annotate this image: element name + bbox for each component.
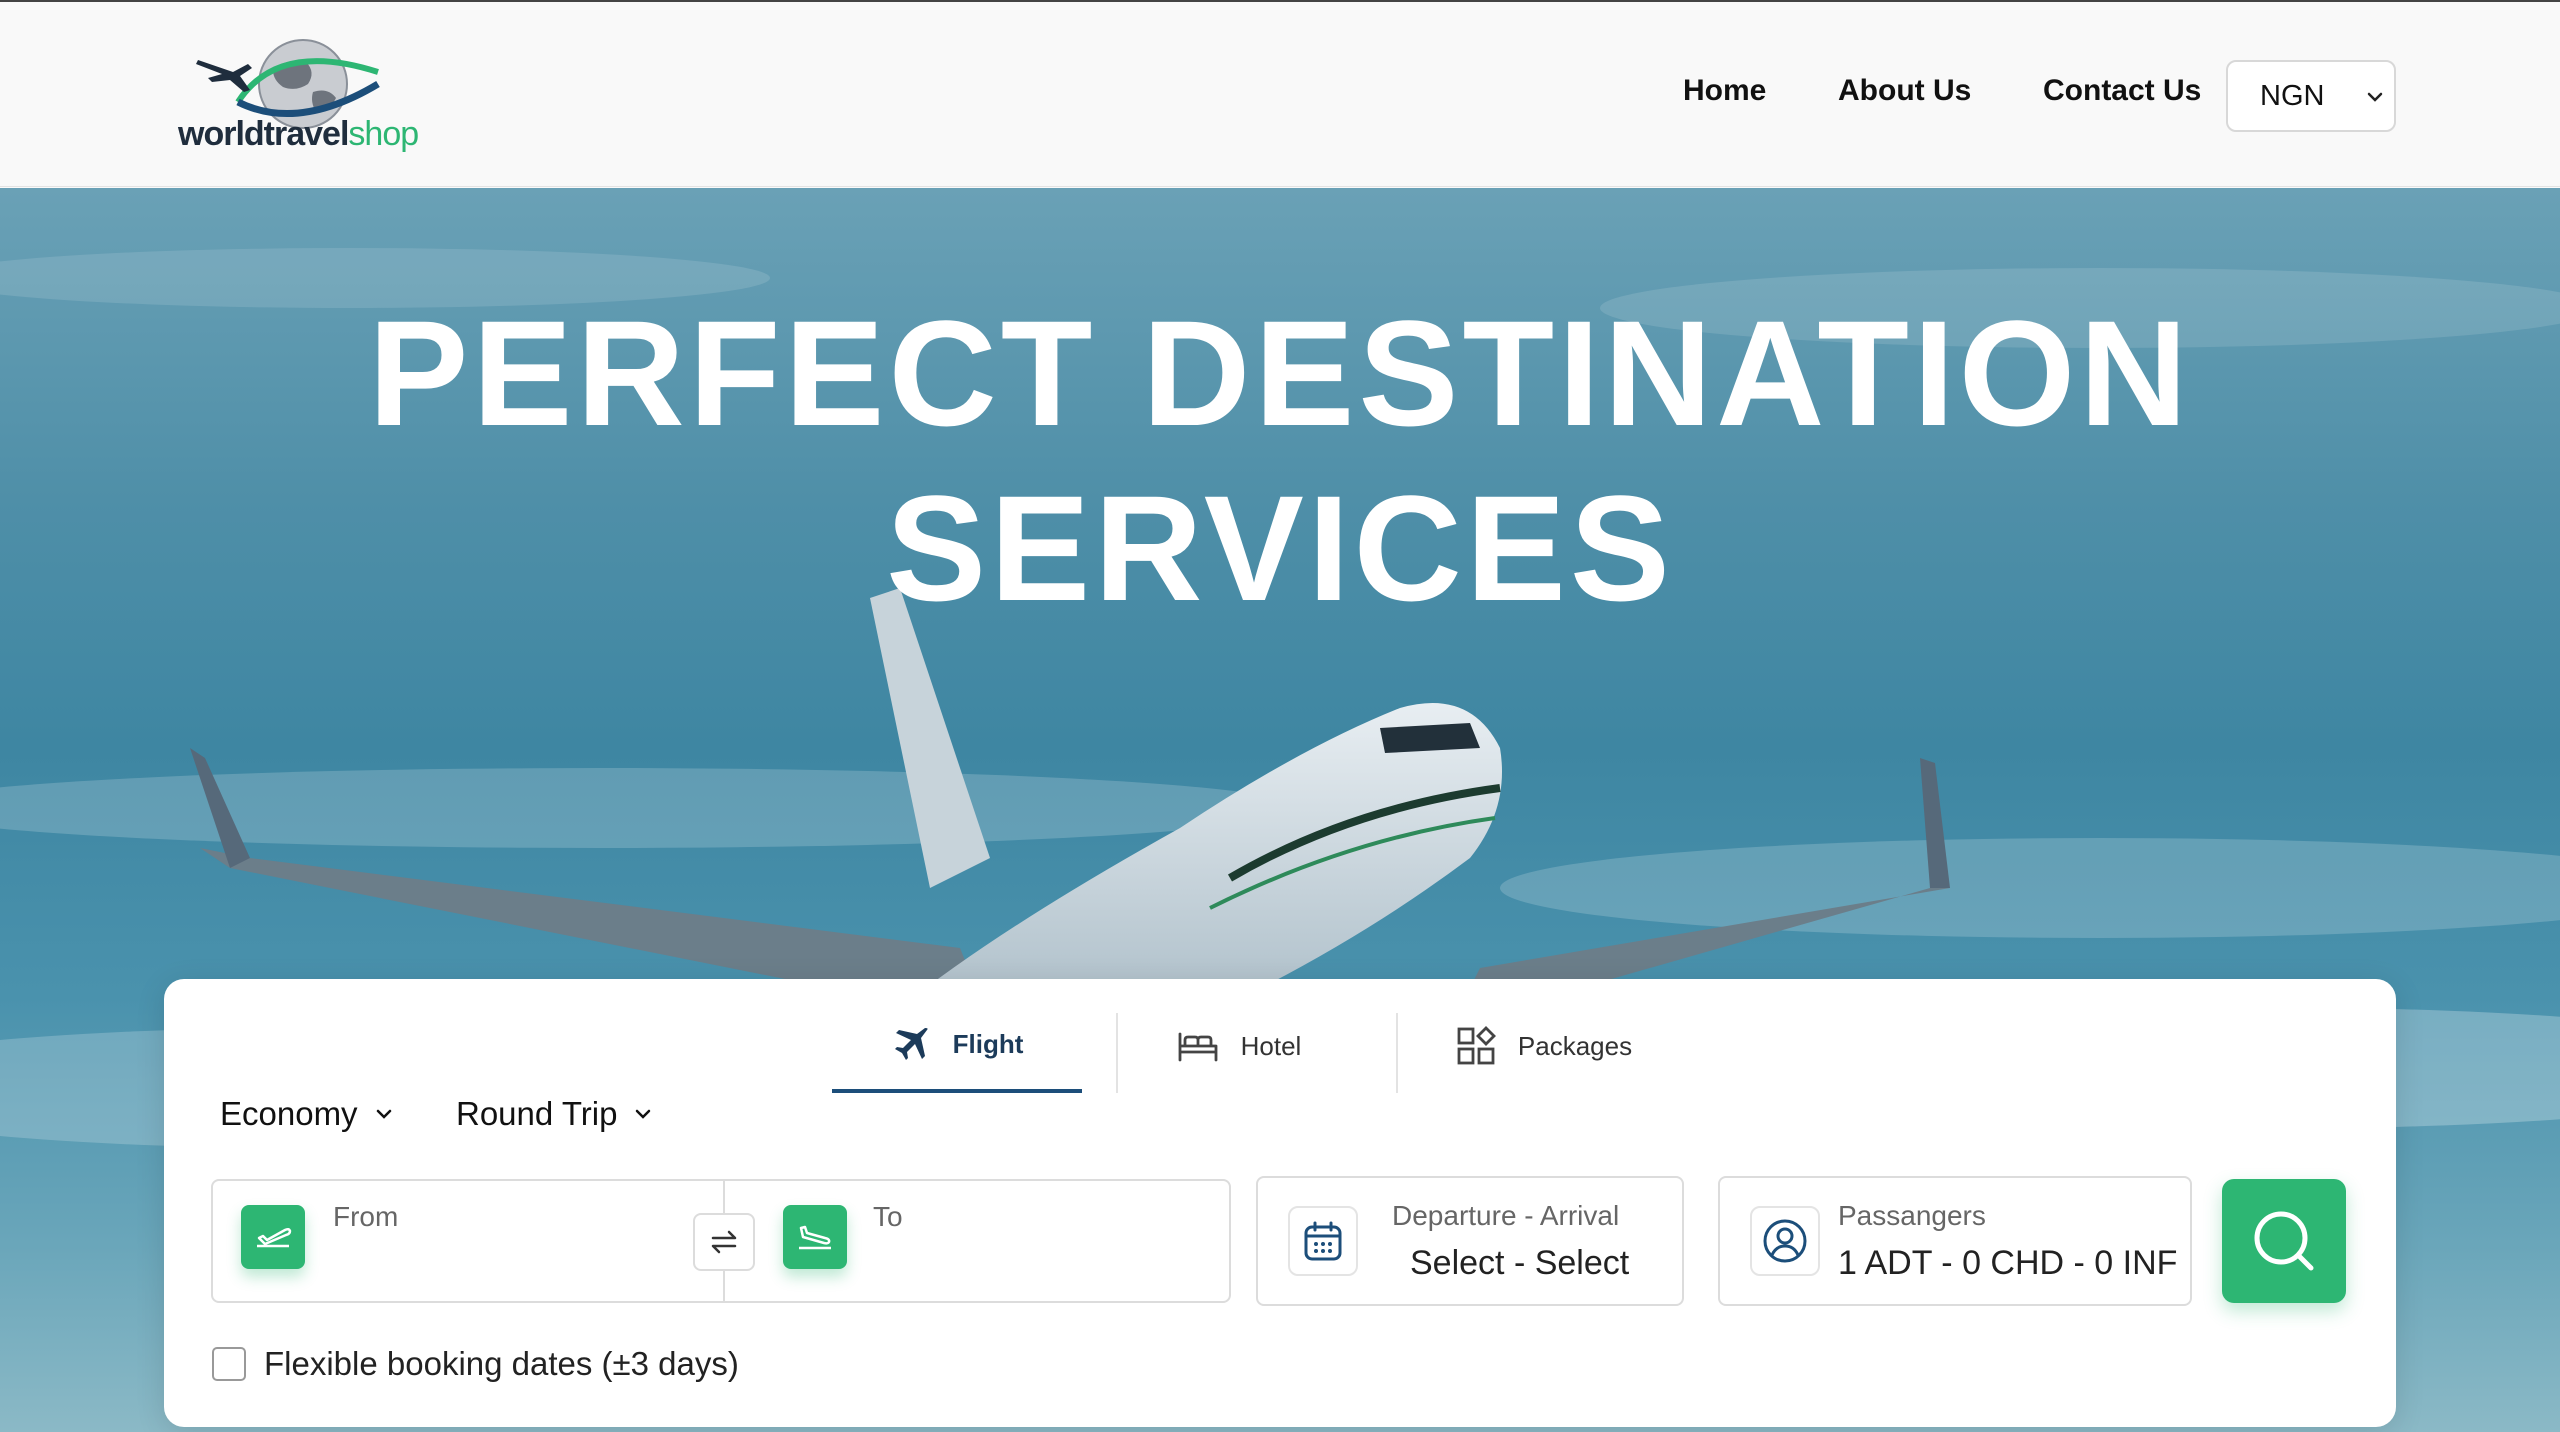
flexible-dates-checkbox[interactable] xyxy=(212,1347,246,1381)
user-icon xyxy=(1763,1219,1807,1263)
trip-type-value: Round Trip xyxy=(456,1095,618,1132)
tab-hotel-label: Hotel xyxy=(1240,1030,1302,1061)
to-input[interactable]: To xyxy=(873,1201,903,1233)
tab-flight[interactable]: Flight xyxy=(832,999,1082,1093)
currency-value: NGN xyxy=(2260,80,2325,112)
site-header: worldtravelshop Home About Us Contact Us… xyxy=(0,2,2560,187)
swap-arrows-icon xyxy=(711,1230,737,1254)
cabin-class-value: Economy xyxy=(220,1095,358,1132)
dates-field[interactable]: Departure - Arrival Select - Select xyxy=(1256,1176,1684,1306)
calendar-icon-badge xyxy=(1288,1206,1358,1276)
from-icon-badge xyxy=(241,1205,305,1269)
from-input[interactable]: From xyxy=(333,1201,398,1233)
takeoff-icon xyxy=(257,1227,292,1248)
grid-icon xyxy=(1457,1026,1496,1065)
search-card: Flight Hotel Packages Economy Round Trip xyxy=(164,979,2396,1427)
trip-type-dropdown[interactable]: Round Trip xyxy=(456,1095,653,1133)
nav-about-us[interactable]: About Us xyxy=(1838,74,1971,108)
landing-icon xyxy=(799,1225,831,1250)
tab-packages[interactable]: Packages xyxy=(1394,999,1694,1093)
swap-button[interactable] xyxy=(693,1213,755,1271)
flexible-dates-label[interactable]: Flexible booking dates (±3 days) xyxy=(264,1345,739,1383)
airplane-icon xyxy=(894,1028,928,1060)
route-field: From To xyxy=(211,1179,1231,1303)
user-icon-badge xyxy=(1750,1206,1820,1276)
dates-value: Select - Select xyxy=(1410,1244,1630,1282)
search-icon xyxy=(2254,1211,2314,1271)
nav-contact-us[interactable]: Contact Us xyxy=(2043,74,2201,108)
chevron-down-icon xyxy=(376,1109,391,1119)
calendar-icon xyxy=(1304,1221,1342,1261)
flexible-dates-option: Flexible booking dates (±3 days) xyxy=(212,1345,739,1383)
bed-icon xyxy=(1178,1032,1218,1062)
world-travel-shop-logo[interactable]: worldtravelshop xyxy=(178,32,458,162)
tab-flight-label: Flight xyxy=(952,1028,1024,1059)
dates-label: Departure - Arrival xyxy=(1392,1200,1620,1231)
logo-text: worldtravelshop xyxy=(178,115,419,153)
tab-hotel[interactable]: Hotel xyxy=(1114,999,1364,1093)
hero-title-line2: SERVICES xyxy=(886,464,1674,632)
to-icon-badge xyxy=(783,1205,847,1269)
hero-title-line1: PERFECT DESTINATION xyxy=(368,289,2192,457)
currency-select[interactable]: NGN xyxy=(2226,60,2396,132)
chevron-down-icon xyxy=(636,1109,651,1119)
passengers-value: 1 ADT - 0 CHD - 0 INF xyxy=(1838,1244,2178,1282)
chevron-down-icon xyxy=(2367,92,2383,102)
passengers-field[interactable]: Passangers 1 ADT - 0 CHD - 0 INF xyxy=(1718,1176,2192,1306)
tab-packages-label: Packages xyxy=(1517,1030,1633,1061)
nav-home[interactable]: Home xyxy=(1683,74,1766,108)
search-button[interactable] xyxy=(2222,1179,2346,1303)
cabin-class-dropdown[interactable]: Economy xyxy=(220,1095,394,1133)
passengers-label: Passangers xyxy=(1838,1200,1986,1231)
